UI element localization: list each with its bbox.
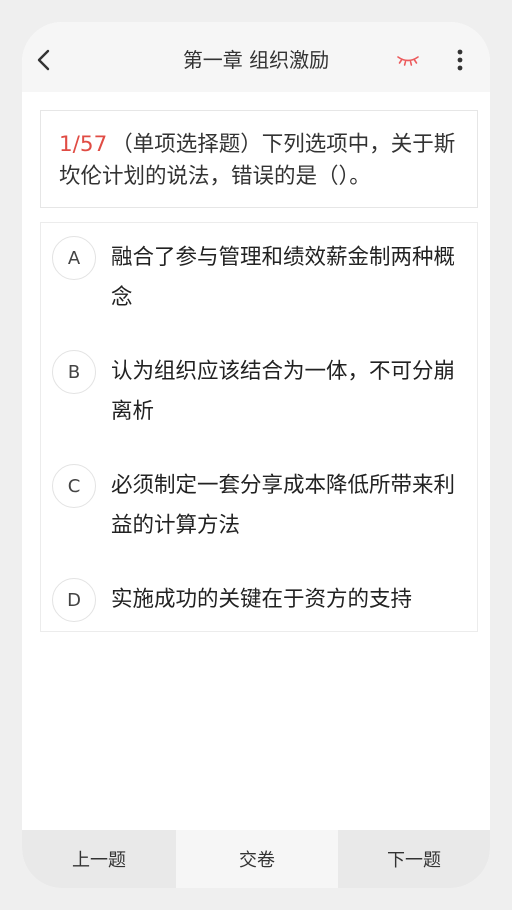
option-letter: B bbox=[52, 350, 96, 394]
back-button[interactable] bbox=[34, 48, 54, 72]
app-screen: 第一章 组织激励 1/57 （单项选择题）下列选项中，关于斯坎伦计划的说法，错误的… bbox=[22, 22, 490, 888]
option-c[interactable]: C 必须制定一套分享成本降低所带来利益的计算方法 bbox=[52, 464, 469, 546]
chevron-left-icon bbox=[37, 49, 50, 71]
closed-eye-icon bbox=[397, 56, 419, 66]
options-list: A 融合了参与管理和绩效薪金制两种概念 B 认为组织应该结合为一体，不可分崩离析… bbox=[40, 222, 478, 632]
option-letter: D bbox=[52, 578, 96, 622]
option-d[interactable]: D 实施成功的关键在于资方的支持 bbox=[52, 578, 469, 622]
option-text: 必须制定一套分享成本降低所带来利益的计算方法 bbox=[111, 473, 456, 538]
option-text: 融合了参与管理和绩效薪金制两种概念 bbox=[111, 245, 456, 310]
question-type: （单项选择题） bbox=[111, 132, 262, 157]
option-letter: A bbox=[52, 236, 96, 280]
hide-answer-toggle[interactable] bbox=[395, 52, 421, 68]
more-menu-button[interactable] bbox=[452, 48, 468, 72]
option-b[interactable]: B 认为组织应该结合为一体，不可分崩离析 bbox=[52, 350, 469, 432]
option-a[interactable]: A 融合了参与管理和绩效薪金制两种概念 bbox=[52, 236, 469, 318]
page-title: 第一章 组织激励 bbox=[182, 48, 330, 72]
bottom-bar: 上一题 交卷 下一题 bbox=[22, 830, 490, 888]
more-vertical-icon bbox=[457, 49, 463, 71]
next-question-button[interactable]: 下一题 bbox=[338, 830, 490, 888]
previous-question-button[interactable]: 上一题 bbox=[22, 830, 176, 888]
option-letter: C bbox=[52, 464, 96, 508]
top-bar: 第一章 组织激励 bbox=[22, 22, 490, 92]
submit-exam-button[interactable]: 交卷 bbox=[176, 830, 338, 888]
option-text: 实施成功的关键在于资方的支持 bbox=[111, 587, 413, 612]
question-index: 1/57 bbox=[59, 132, 108, 157]
question-card: 1/57 （单项选择题）下列选项中，关于斯坎伦计划的说法，错误的是（）。 bbox=[40, 110, 478, 208]
option-text: 认为组织应该结合为一体，不可分崩离析 bbox=[111, 359, 456, 424]
